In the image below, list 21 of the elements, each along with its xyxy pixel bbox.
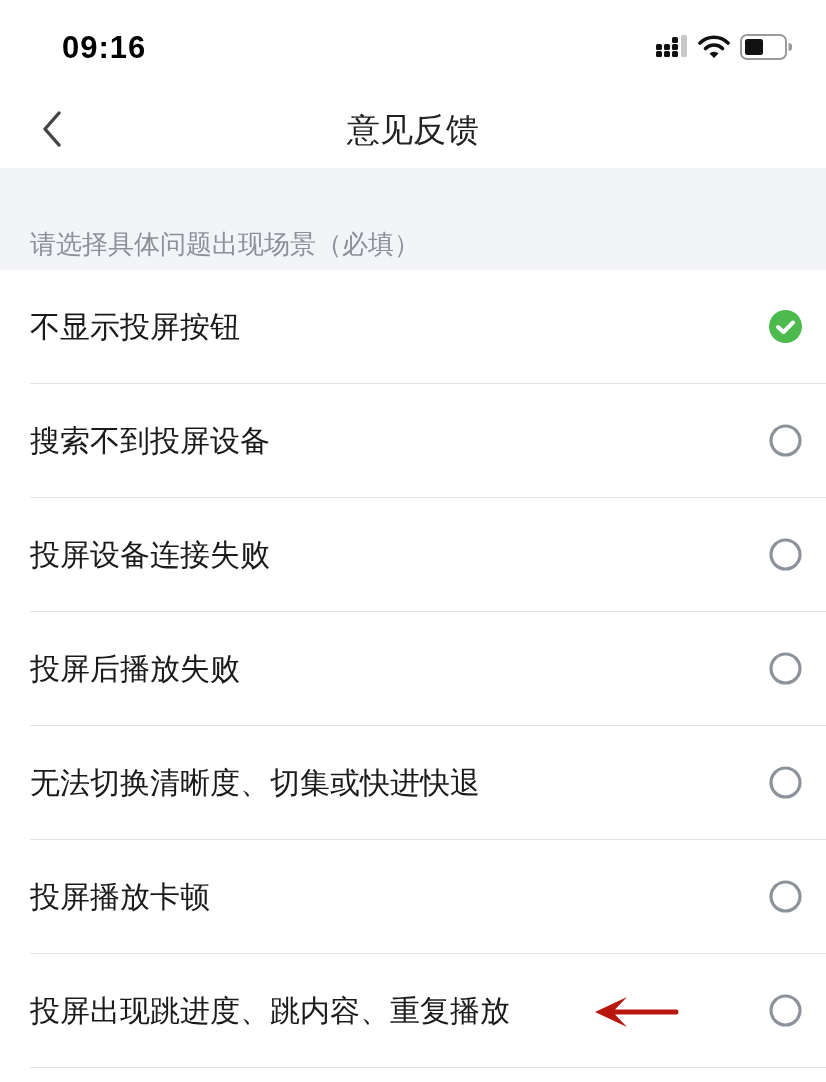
radio-icon[interactable] xyxy=(769,538,802,571)
section-label: 请选择具体问题出现场景（必填） xyxy=(30,231,420,257)
radio-icon[interactable] xyxy=(769,766,802,799)
page-title: 意见反馈 xyxy=(347,112,479,146)
selected-check-icon[interactable] xyxy=(769,310,802,343)
option-label[interactable]: 不显示投屏按钮 xyxy=(30,311,240,342)
option-label[interactable]: 投屏后播放失败 xyxy=(30,653,240,684)
radio-icon[interactable] xyxy=(769,652,802,685)
option-label[interactable]: 无法切换清晰度、切集或快进快退 xyxy=(30,767,480,798)
option-label[interactable]: 投屏播放卡顿 xyxy=(30,881,210,912)
radio-icon[interactable] xyxy=(769,880,802,913)
status-time: 09:16 xyxy=(62,31,147,63)
option-label[interactable]: 投屏出现跳进度、跳内容、重复播放 xyxy=(30,995,510,1026)
battery-icon xyxy=(740,34,792,60)
radio-icon[interactable] xyxy=(769,994,802,1027)
radio-icon[interactable] xyxy=(769,424,802,457)
option-label[interactable]: 搜索不到投屏设备 xyxy=(30,425,270,456)
signal-icon xyxy=(656,35,688,59)
wifi-icon xyxy=(698,35,730,59)
back-chevron-icon xyxy=(42,111,62,147)
option-label[interactable]: 投屏设备连接失败 xyxy=(30,539,270,570)
